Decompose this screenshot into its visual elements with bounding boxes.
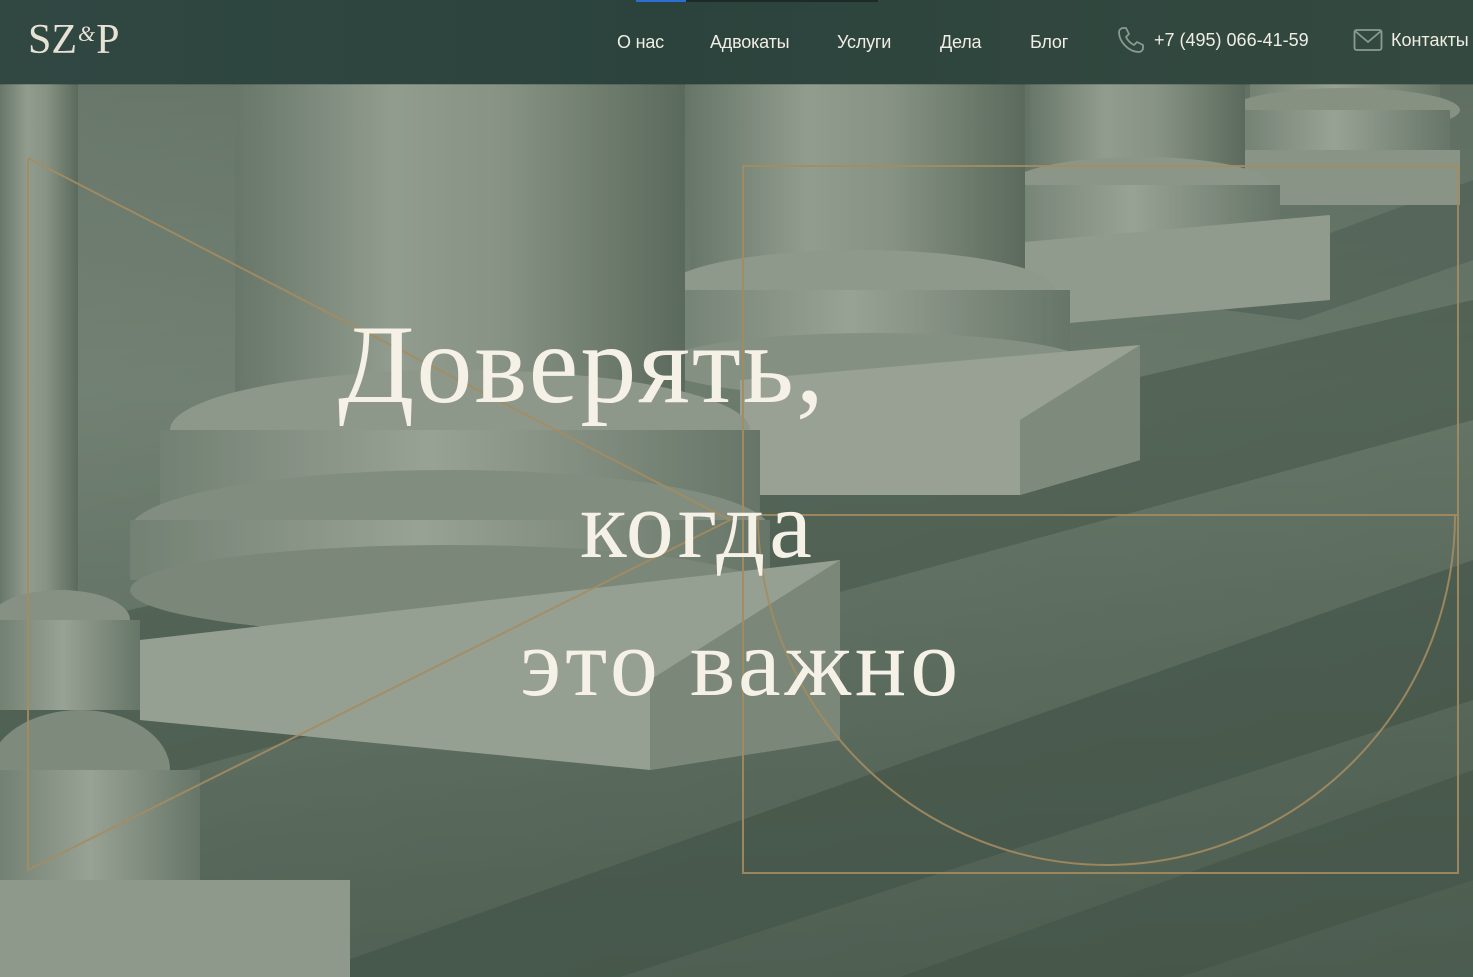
headline-line-1: Доверять, <box>338 303 826 427</box>
main-nav: О нас Адвокаты Услуги Дела Блог +7 (495)… <box>0 0 1473 84</box>
phone-icon <box>1118 27 1144 53</box>
site-header: SZ&P О нас Адвокаты Услуги Дела Блог +7 … <box>0 0 1473 84</box>
headline-line-3: это важно <box>520 609 963 716</box>
headline-line-2: когда <box>580 471 816 578</box>
nav-item-services[interactable]: Услуги <box>837 32 891 53</box>
nav-item-blog[interactable]: Блог <box>1030 32 1068 53</box>
nav-item-about[interactable]: О нас <box>617 32 664 53</box>
contacts-link[interactable]: Контакты <box>1353 24 1469 56</box>
nav-item-lawyers[interactable]: Адвокаты <box>710 32 790 53</box>
contacts-label: Контакты <box>1391 29 1469 50</box>
phone-link[interactable]: +7 (495) 066-41-59 <box>1116 24 1309 56</box>
envelope-icon <box>1353 29 1383 51</box>
nav-item-cases[interactable]: Дела <box>940 32 982 53</box>
phone-number: +7 (495) 066-41-59 <box>1154 29 1309 50</box>
